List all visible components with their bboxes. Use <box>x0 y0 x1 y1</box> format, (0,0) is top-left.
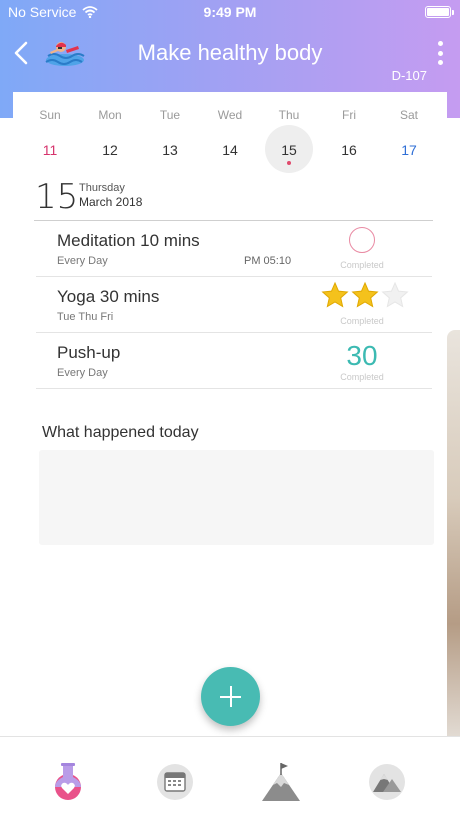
day-number: 13 <box>162 142 178 158</box>
day-name: Sun <box>39 108 61 122</box>
habit-name: Yoga 30 mins <box>57 287 160 306</box>
star-empty-icon <box>381 281 409 308</box>
day-number: 11 <box>42 142 58 158</box>
status-time: 9:49 PM <box>203 4 257 20</box>
habit-name: Push-up <box>57 343 121 362</box>
star-filled-icon <box>351 281 379 308</box>
selected-date-number: 15 <box>35 177 79 217</box>
mountain-circle-icon <box>369 764 405 800</box>
event-dot <box>287 161 291 165</box>
habit-status[interactable]: Completed <box>326 225 398 273</box>
day-number: 12 <box>102 142 118 158</box>
day-number: 15 <box>281 142 297 158</box>
mountain-flag-icon <box>262 763 300 801</box>
habit-schedule: Every Day <box>57 255 108 267</box>
day-name: Mon <box>98 108 122 122</box>
notes-input[interactable] <box>39 450 434 545</box>
tab-bar <box>0 736 460 818</box>
potion-heart-icon <box>55 763 81 800</box>
day-name: Thu <box>278 108 300 122</box>
battery-level <box>427 8 449 16</box>
more-vertical-icon <box>437 50 443 56</box>
day-number: 16 <box>341 142 357 158</box>
habit-row-meditation[interactable]: Meditation 10 mins Every Day PM 05:10 Co… <box>36 221 432 277</box>
selected-month-year: March 2018 <box>79 195 143 209</box>
add-button[interactable] <box>201 667 260 726</box>
more-vertical-icon <box>437 60 443 65</box>
habit-count: 30 <box>346 340 378 371</box>
habit-schedule: Every Day <box>57 367 108 379</box>
habit-name: Meditation 10 mins <box>57 231 200 250</box>
habit-status[interactable]: 30 Completed <box>326 337 398 385</box>
day-name: Sat <box>399 108 418 122</box>
habit-row-yoga[interactable]: Yoga 30 mins Tue Thu Fri Completed <box>36 277 432 333</box>
calendar-icon <box>157 764 193 800</box>
habit-time: PM 05:10 <box>244 255 292 267</box>
day-name: Tue <box>159 108 181 122</box>
tab-mountain-flag[interactable] <box>260 761 302 803</box>
tab-mountain[interactable] <box>366 761 408 803</box>
tab-calendar[interactable] <box>154 761 196 803</box>
back-button[interactable] <box>10 40 34 66</box>
status-bar: No Service 9:49 PM <box>0 0 460 24</box>
completed-label: Completed <box>340 260 384 270</box>
battery-icon <box>425 6 454 18</box>
chevron-left-icon <box>14 41 28 65</box>
day-detail-card: Sun 11 Mon 12 Tue 13 Wed 14 Thu 15 Fri 1… <box>13 92 447 734</box>
more-vertical-icon <box>437 41 443 46</box>
habit-status[interactable]: Completed <box>321 281 409 329</box>
notes-title: What happened today <box>42 424 199 441</box>
tab-goals[interactable] <box>47 761 89 803</box>
day-name: Wed <box>217 108 243 122</box>
star-rating <box>321 281 409 308</box>
selected-weekday: Thursday <box>79 182 125 194</box>
star-filled-icon <box>321 281 349 308</box>
day-number: 14 <box>222 142 238 158</box>
day-number: 17 <box>401 142 417 158</box>
background-photo-edge <box>447 330 460 750</box>
d-day-counter: D-107 <box>391 68 427 83</box>
habit-row-pushup[interactable]: Push-up Every Day 30 Completed <box>36 333 432 389</box>
page-title: Make healthy body <box>137 40 323 65</box>
swimmer-icon <box>44 38 86 68</box>
completion-ring-icon <box>349 227 375 253</box>
more-menu-button[interactable] <box>432 40 448 66</box>
day-name: Fri <box>342 108 356 122</box>
completed-label: Completed <box>340 316 384 326</box>
completed-label: Completed <box>340 372 384 382</box>
habit-schedule: Tue Thu Fri <box>57 311 114 323</box>
